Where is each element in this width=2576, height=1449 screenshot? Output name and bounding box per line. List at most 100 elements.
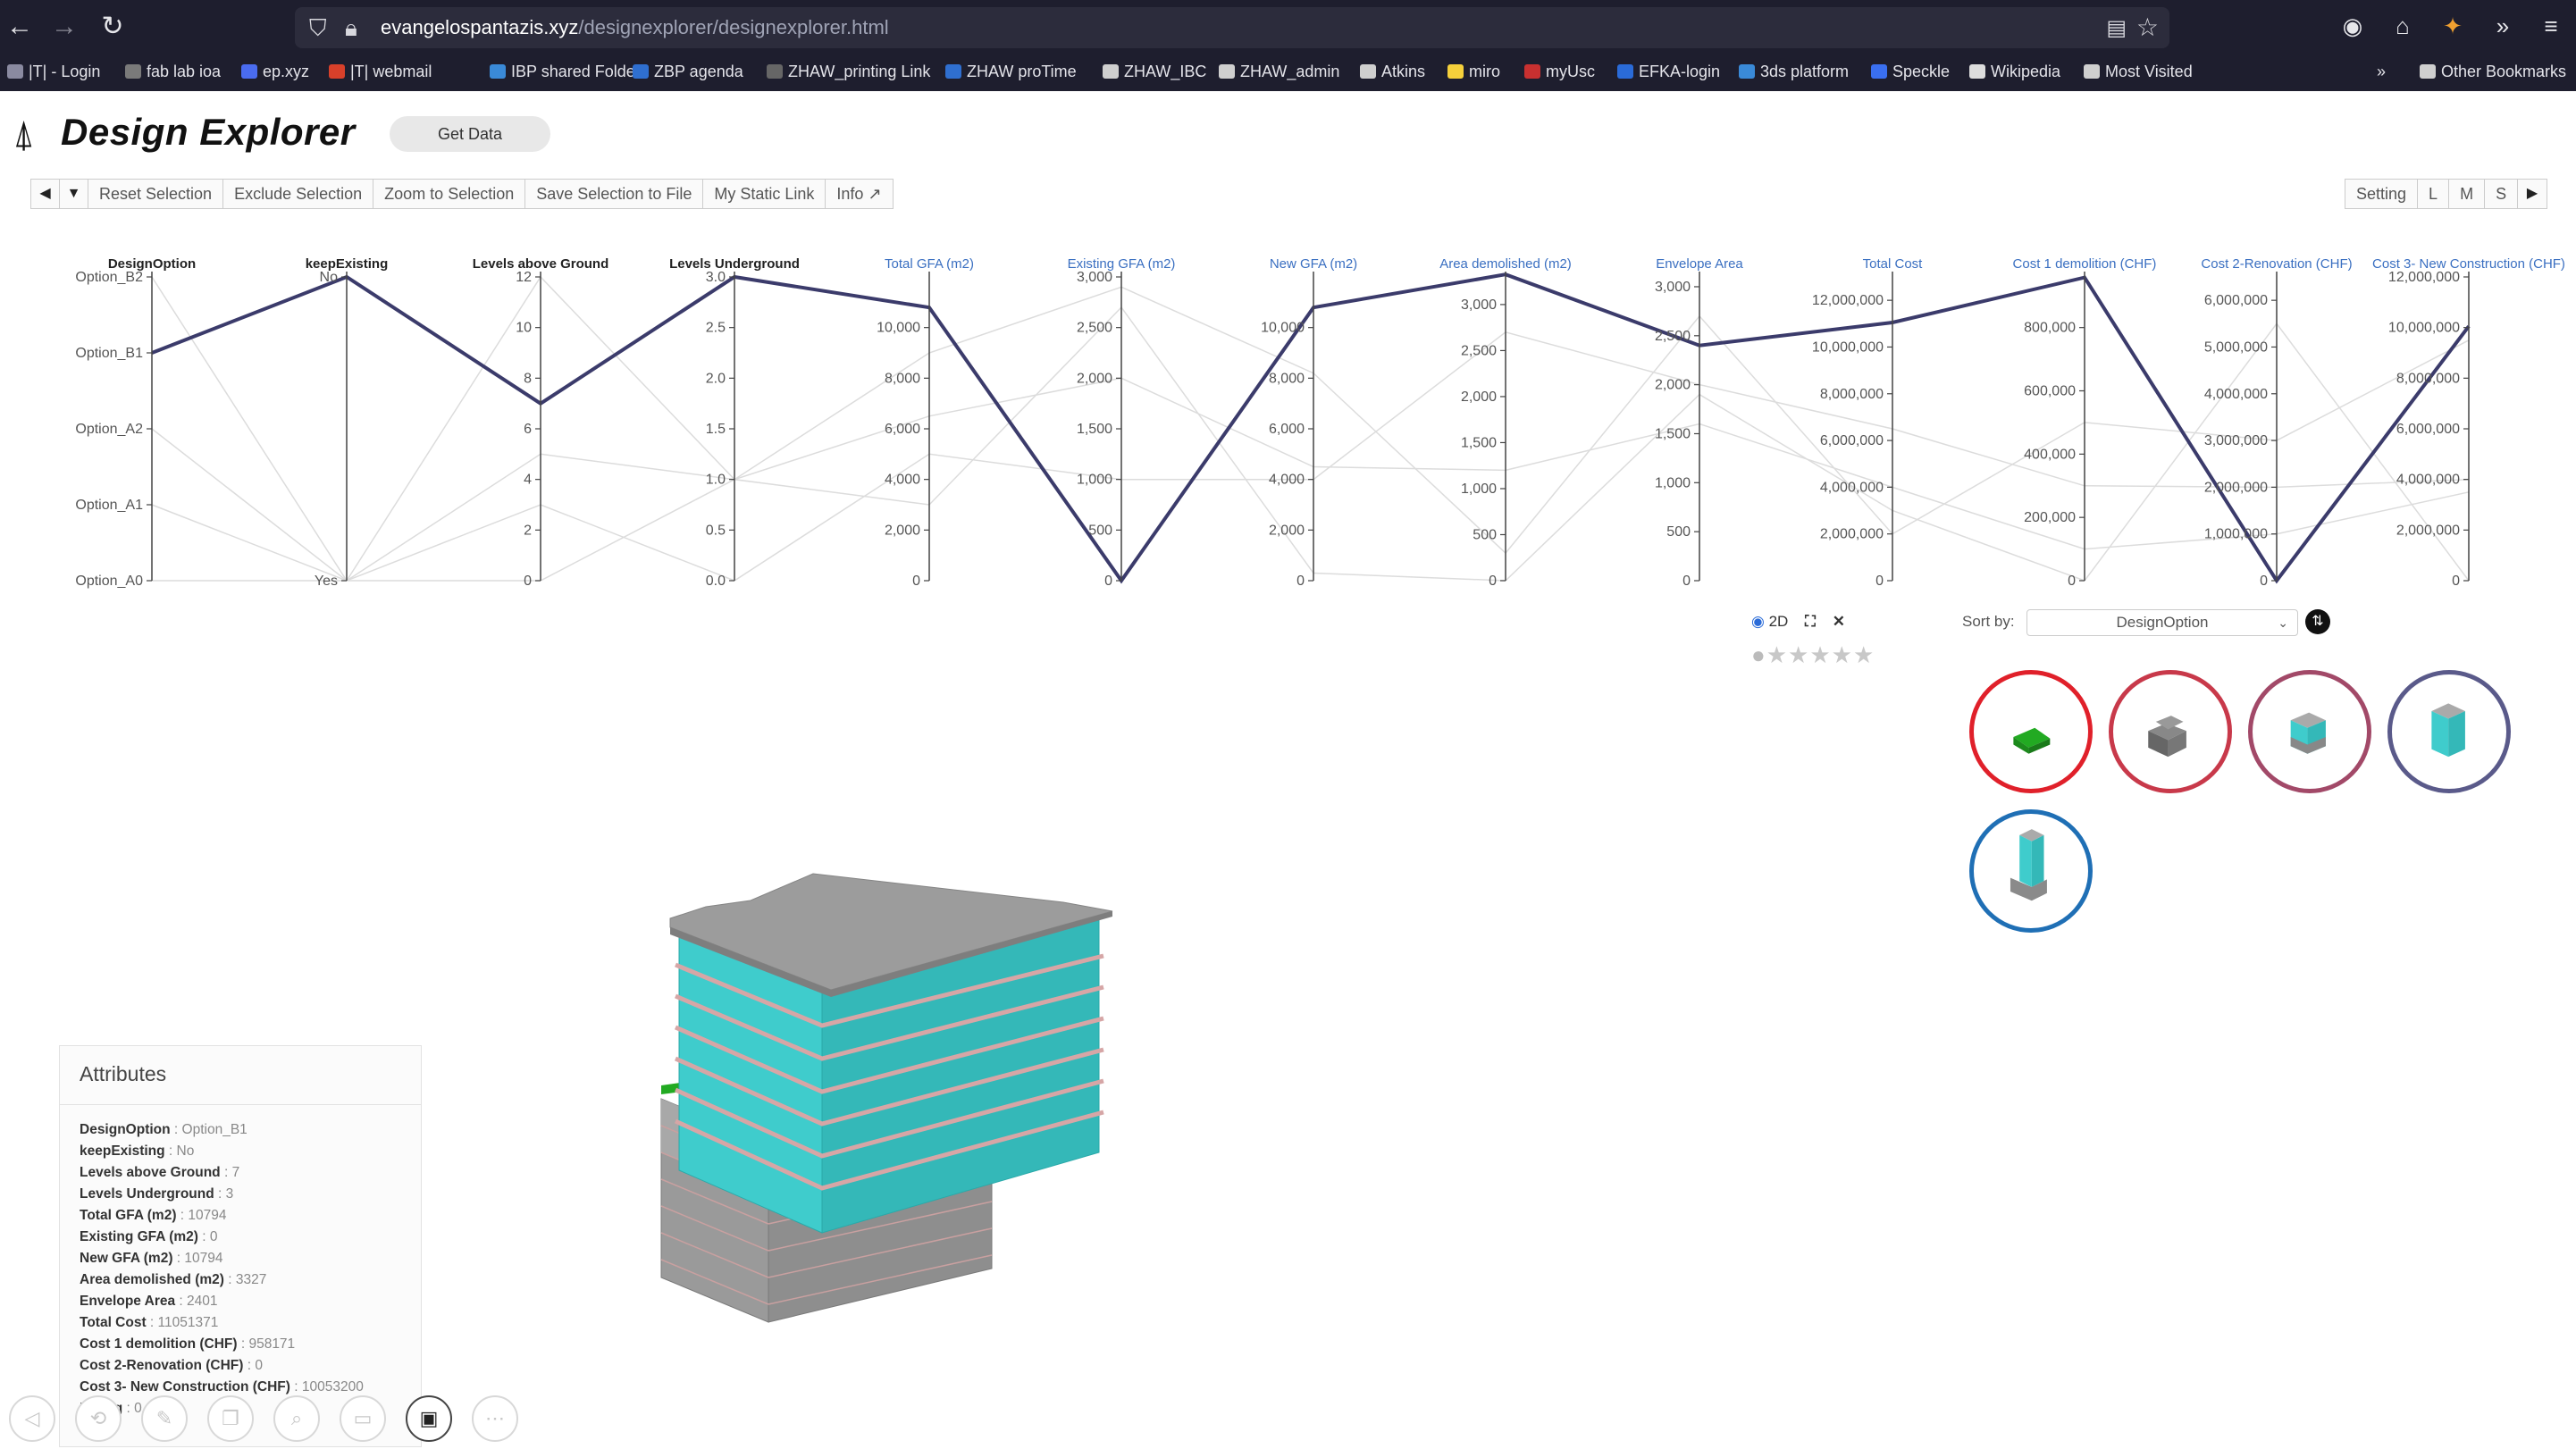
parallel-axis[interactable]: Envelope Area 0 500 1,000 1,500 2,000 2,500 3,0… <box>1655 256 1743 589</box>
parallel-axis[interactable]: keepExisting Yes No <box>306 256 389 589</box>
axis-title[interactable]: Levels above Ground <box>473 256 609 272</box>
parallel-axis[interactable]: Cost 2-Renovation (CHF) 0 1,000,000 2,000,0… <box>2201 256 2352 589</box>
design-thumbnail[interactable] <box>2387 670 2511 793</box>
size-s-button[interactable]: S <box>2485 180 2519 208</box>
exclude-selection-button[interactable]: Exclude Selection <box>223 180 374 208</box>
bookmark-item[interactable]: EFKA-login <box>1617 63 1720 81</box>
bookmarks-overflow-icon[interactable]: » <box>2377 63 2386 81</box>
parallel-coordinates-chart[interactable]: DesignOptionOption_A0Option_A1Option_A2O… <box>0 241 2576 599</box>
bookmark-item[interactable]: myUsc <box>1524 63 1595 81</box>
bookmark-item[interactable]: IBP shared Folder <box>490 63 641 81</box>
axis-title[interactable]: New GFA (m2) <box>1270 256 1357 272</box>
attribute-row: Cost 1 demolition (CHF) : 958171 <box>80 1334 401 1355</box>
axis-title[interactable]: Levels Underground <box>669 256 800 272</box>
bookmark-item[interactable]: ep.xyz <box>241 63 309 81</box>
viewer-layers-icon[interactable]: ❐ <box>207 1395 254 1442</box>
parallel-axis[interactable]: New GFA (m2) 0 2,000 4,000 6,000 8,000 10,000 <box>1261 256 1357 589</box>
bookmark-item[interactable]: ZHAW proTime <box>945 63 1077 81</box>
save-selection-button[interactable]: Save Selection to File <box>525 180 704 208</box>
bookmark-item[interactable]: miro <box>1447 63 1500 81</box>
attribute-value: 3327 <box>235 1272 267 1287</box>
other-bookmarks[interactable]: Other Bookmarks <box>2420 63 2566 81</box>
extension-icon[interactable]: ✦ <box>2439 13 2466 39</box>
attribute-separator: : <box>197 1229 210 1244</box>
rating-star-icons[interactable]: ★★★★★ <box>1766 641 1875 668</box>
url-text[interactable]: evangelospantazis.xyz/designexplorer/des… <box>381 16 889 39</box>
axis-title[interactable]: Total GFA (m2) <box>885 256 974 272</box>
bookmark-item[interactable]: fab lab ioa <box>125 63 221 81</box>
reload-icon[interactable]: ↻ <box>96 11 129 43</box>
design-thumbnail[interactable] <box>1969 670 2093 793</box>
reset-selection-button[interactable]: Reset Selection <box>88 180 224 208</box>
selected-design-line[interactable] <box>151 272 2471 584</box>
axis-title[interactable]: keepExisting <box>306 256 389 272</box>
sort-select[interactable]: DesignOption ⌄ <box>2026 609 2298 636</box>
design-thumbnail[interactable] <box>2109 670 2232 793</box>
rating-clear-icon[interactable]: ● <box>1751 641 1766 668</box>
design-line[interactable] <box>152 306 2470 582</box>
parallel-axis[interactable]: Cost 1 demolition (CHF) 0 200,000 400,000 60… <box>2013 256 2157 589</box>
bookmark-favicon-icon <box>1360 64 1376 79</box>
bookmark-item[interactable]: Speckle <box>1871 63 1950 81</box>
next-arrow-button[interactable]: ▶ <box>2518 180 2547 208</box>
prev-arrow-button[interactable]: ◀ <box>31 180 60 208</box>
axis-tick-label: 2 <box>524 523 532 538</box>
fullscreen-icon[interactable]: ⛶ <box>1805 613 1816 630</box>
back-icon[interactable]: ← <box>4 11 36 43</box>
axis-title[interactable]: Envelope Area <box>1656 256 1743 272</box>
parallel-axis[interactable]: Existing GFA (m2)05001,0001,5002,0002,50… <box>1068 256 1176 589</box>
close-icon[interactable]: ✕ <box>1833 613 1845 630</box>
bookmark-item[interactable]: |T| webmail <box>329 63 432 81</box>
bookmark-item[interactable]: ZHAW_IBC <box>1103 63 1206 81</box>
info-button[interactable]: Info ↗ <box>826 180 892 208</box>
viewer-back-icon[interactable]: ◁ <box>9 1395 55 1442</box>
viewer-orbit-icon[interactable]: ⟲ <box>75 1395 122 1442</box>
view-2d-toggle[interactable]: ◉ 2D ⛶ ✕ <box>1751 613 1845 631</box>
menu-dropdown-button[interactable]: ▼ <box>60 180 88 208</box>
overflow-chevrons-icon[interactable]: » <box>2489 13 2516 39</box>
design-line[interactable] <box>151 331 2470 582</box>
parallel-axis[interactable]: Area demolished (m2) 0 500 1,000 1,500 2,000 2… <box>1439 256 1572 589</box>
size-m-button[interactable]: M <box>2449 180 2486 208</box>
bookmark-item[interactable]: Most Visited <box>2084 63 2193 81</box>
viewer-camera-icon[interactable]: ▣ <box>406 1395 452 1442</box>
sort-direction-button[interactable]: ⇅ <box>2305 609 2330 634</box>
bookmark-item[interactable]: ZHAW_printing Link <box>767 63 930 81</box>
bookmark-item[interactable]: Atkins <box>1360 63 1425 81</box>
bookmark-item[interactable]: |T| - Login <box>7 63 100 81</box>
axis-title[interactable]: Total Cost <box>1863 256 1924 272</box>
design-thumbnail[interactable] <box>2248 670 2371 793</box>
design-thumbnail[interactable] <box>1969 809 2093 933</box>
parallel-axis[interactable]: Levels above Ground 0 2 4 6 8 10 12 <box>473 256 609 589</box>
viewer-more-icon[interactable]: ⋯ <box>472 1395 518 1442</box>
size-l-button[interactable]: L <box>2418 180 2450 208</box>
setting-button[interactable]: Setting <box>2345 180 2419 208</box>
axis-tick-label: Yes <box>315 574 338 589</box>
parallel-axis[interactable]: Cost 3- New Construction (CHF)02,000,000… <box>2372 256 2565 589</box>
forward-icon[interactable]: → <box>48 11 80 43</box>
rating-stars[interactable]: ●★★★★★ <box>1751 641 1875 669</box>
axis-title[interactable]: Cost 1 demolition (CHF) <box>2013 256 2157 272</box>
bookmark-favicon-icon <box>1969 64 1985 79</box>
extension-shield-icon[interactable]: ◉ <box>2339 13 2366 39</box>
bookmark-item[interactable]: ZBP agenda <box>633 63 743 81</box>
viewer-pen-icon[interactable]: ✎ <box>141 1395 188 1442</box>
hamburger-menu-icon[interactable]: ≡ <box>2538 13 2564 39</box>
parallel-axis[interactable]: DesignOptionOption_A0Option_A1Option_A2O… <box>75 256 196 589</box>
url-bar[interactable]: ⛉ 🔒︎ evangelospantazis.xyz/designexplore… <box>295 7 2169 48</box>
bookmark-item[interactable]: 3ds platform <box>1739 63 1849 81</box>
viewer-zoom-icon[interactable]: ⌕ <box>273 1395 320 1442</box>
axis-title[interactable]: Cost 2-Renovation (CHF) <box>2201 256 2352 272</box>
3d-building-viewer[interactable] <box>643 858 1179 1340</box>
pocket-icon[interactable]: ⌂ <box>2389 13 2416 39</box>
get-data-button[interactable]: Get Data <box>390 116 550 152</box>
reader-view-icon[interactable]: ▤ <box>2106 15 2127 41</box>
zoom-selection-button[interactable]: Zoom to Selection <box>373 180 526 208</box>
viewer-screen-icon[interactable]: ▭ <box>340 1395 386 1442</box>
bookmark-item[interactable]: ZHAW_admin <box>1219 63 1339 81</box>
static-link-button[interactable]: My Static Link <box>703 180 827 208</box>
axis-title[interactable]: Area demolished (m2) <box>1439 256 1572 272</box>
bookmark-star-icon[interactable]: ☆ <box>2136 13 2159 42</box>
bookmark-item[interactable]: Wikipedia <box>1969 63 2060 81</box>
axis-tick-label: 800,000 <box>2024 321 2076 336</box>
